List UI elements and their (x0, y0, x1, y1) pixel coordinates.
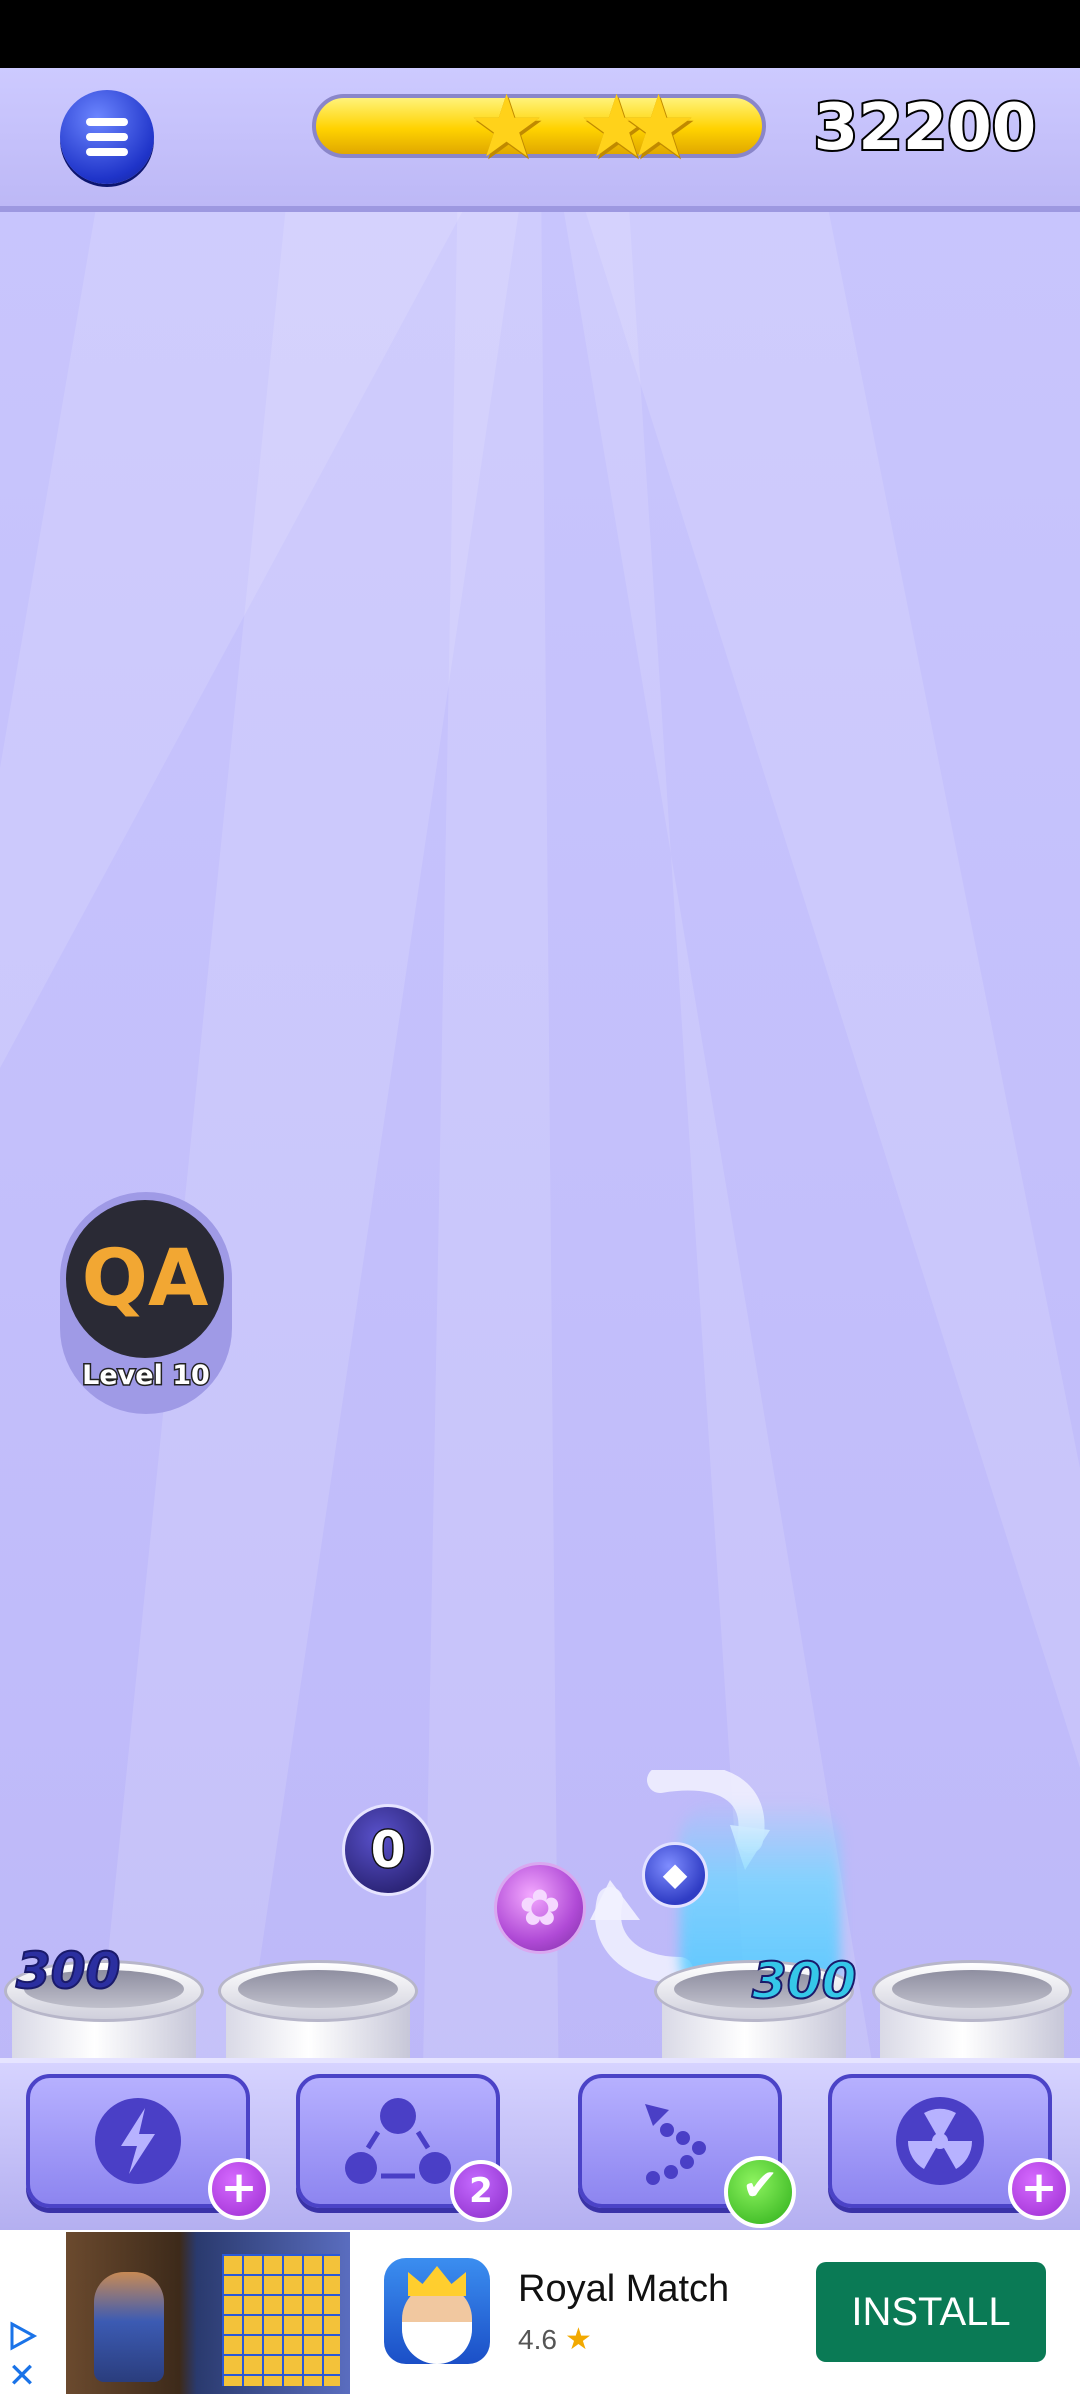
booster-count-badge: 2 (450, 2160, 512, 2222)
install-button[interactable]: INSTALL (816, 2262, 1046, 2362)
status-bar (0, 0, 1080, 68)
tube-score-label: 300 (15, 1941, 121, 2001)
player-avatar: QA (66, 1200, 224, 1358)
ad-rating-value: 4.6 (518, 2324, 557, 2355)
dotted-path-icon (645, 2104, 706, 2185)
radiation-icon (896, 2097, 984, 2185)
ad-app-title[interactable]: Royal Match (518, 2268, 729, 2311)
tube-2[interactable] (218, 1960, 418, 2070)
pink-ball[interactable]: ✿ (494, 1862, 586, 1954)
number-ball[interactable]: 0 (342, 1804, 434, 1896)
tube-4[interactable] (872, 1960, 1072, 2070)
ad-app-rating: 4.6 ★ (518, 2322, 592, 2357)
score-counter: 32200 (812, 89, 1039, 167)
ad-screenshot-image[interactable] (66, 2232, 350, 2394)
player-level-label: Level 10 (81, 1359, 212, 1393)
menu-icon-line (86, 118, 128, 126)
add-booster-badge[interactable]: + (208, 2158, 270, 2220)
menu-icon-line (86, 133, 128, 141)
menu-icon-line (86, 148, 128, 156)
star-icon: ★ (620, 77, 698, 177)
lightning-icon (95, 2098, 181, 2184)
blue-diamond-ball[interactable]: ◆ (642, 1842, 708, 1908)
swap-balls-icon (345, 2098, 451, 2184)
booster-active-check-badge: ✔ (724, 2156, 796, 2228)
ad-choices-icon[interactable] (6, 2320, 38, 2352)
menu-button[interactable] (60, 90, 154, 184)
ad-app-icon[interactable] (384, 2258, 490, 2364)
ad-close-icon[interactable]: ✕ (6, 2359, 38, 2393)
star-icon: ★ (468, 77, 546, 177)
rating-star-icon: ★ (564, 2323, 592, 2356)
tube-score-label: 300 (751, 1951, 857, 2011)
add-booster-badge[interactable]: + (1008, 2158, 1070, 2220)
